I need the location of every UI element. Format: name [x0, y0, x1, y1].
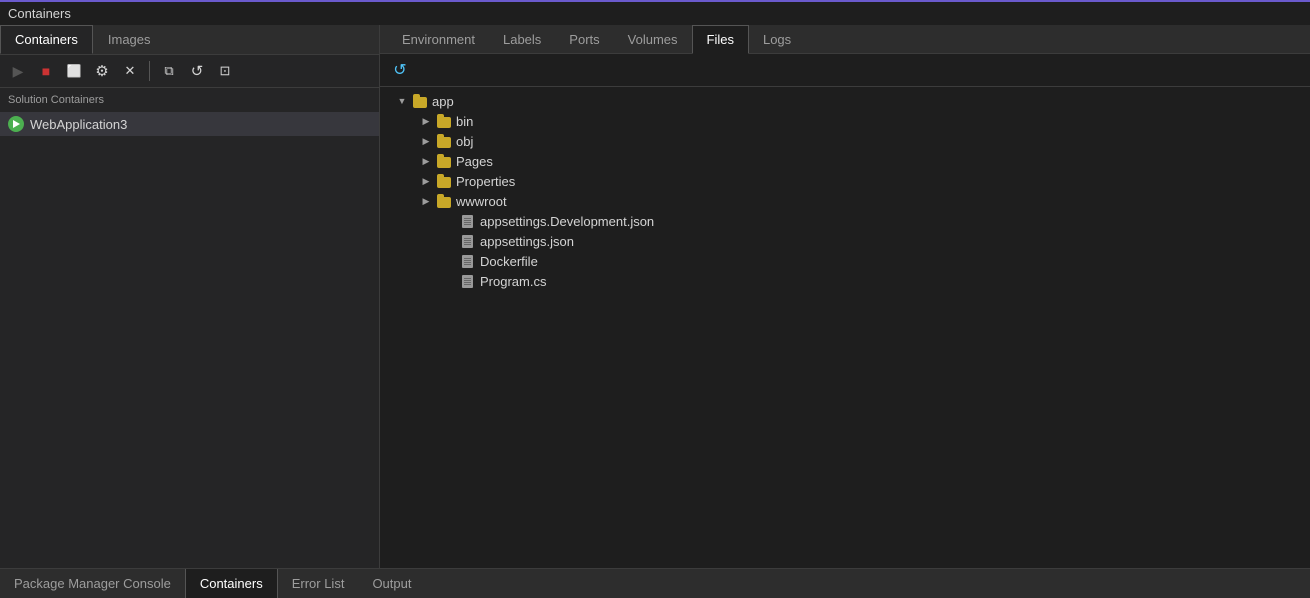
tree-label-appsettings-dev: appsettings.Development.json — [480, 214, 654, 229]
tree-item-app[interactable]: app — [380, 91, 1310, 111]
running-icon — [8, 116, 24, 132]
tree-label-app: app — [432, 94, 454, 109]
tree-label-pages: Pages — [456, 154, 493, 169]
delete-button[interactable]: ✕ — [118, 59, 142, 83]
tree-label-wwwroot: wwwroot — [456, 194, 507, 209]
right-panel: Environment Labels Ports Volumes Files L… — [380, 25, 1310, 568]
chevron-properties — [420, 175, 432, 187]
refresh-button[interactable]: ↺ — [388, 58, 412, 82]
tree-item-bin[interactable]: bin — [380, 111, 1310, 131]
container-item-webapplication3[interactable]: WebApplication3 — [0, 112, 379, 136]
toolbar-separator-1 — [149, 61, 150, 81]
chevron-bin — [420, 115, 432, 127]
left-panel: Containers Images ▶ ■ ⬜ ⚙ ✕ ⧉ ↺ ⊡ Soluti… — [0, 25, 380, 568]
right-toolbar: ↺ — [380, 54, 1310, 87]
file-icon-appsettings-dev — [460, 213, 476, 229]
restart-button[interactable]: ↺ — [185, 59, 209, 83]
tree-item-wwwroot[interactable]: wwwroot — [380, 191, 1310, 211]
left-toolbar: ▶ ■ ⬜ ⚙ ✕ ⧉ ↺ ⊡ — [0, 55, 379, 88]
tab-logs[interactable]: Logs — [749, 26, 805, 53]
bottom-tab-containers[interactable]: Containers — [185, 569, 278, 598]
folder-icon-app — [412, 93, 428, 109]
tree-label-program: Program.cs — [480, 274, 546, 289]
settings-button[interactable]: ⚙ — [90, 59, 114, 83]
tab-containers[interactable]: Containers — [0, 25, 93, 54]
file-icon-program — [460, 273, 476, 289]
tree-item-appsettings[interactable]: appsettings.json — [380, 231, 1310, 251]
folder-icon-obj — [436, 133, 452, 149]
tab-labels[interactable]: Labels — [489, 26, 555, 53]
bottom-tab-output[interactable]: Output — [358, 569, 425, 598]
tree-item-properties[interactable]: Properties — [380, 171, 1310, 191]
section-label: Solution Containers — [0, 88, 379, 112]
attach-button[interactable]: ⊡ — [213, 59, 237, 83]
bottom-tab-bar: Package Manager Console Containers Error… — [0, 568, 1310, 598]
tab-images[interactable]: Images — [93, 25, 166, 54]
tree-label-dockerfile: Dockerfile — [480, 254, 538, 269]
container-name: WebApplication3 — [30, 117, 127, 132]
tree-label-appsettings: appsettings.json — [480, 234, 574, 249]
right-tab-bar: Environment Labels Ports Volumes Files L… — [380, 25, 1310, 54]
tree-label-bin: bin — [456, 114, 473, 129]
tree-item-appsettings-dev[interactable]: appsettings.Development.json — [380, 211, 1310, 231]
tab-files[interactable]: Files — [692, 25, 749, 54]
chevron-wwwroot — [420, 195, 432, 207]
bottom-tab-package-manager[interactable]: Package Manager Console — [0, 569, 185, 598]
main-area: Containers Images ▶ ■ ⬜ ⚙ ✕ ⧉ ↺ ⊡ Soluti… — [0, 25, 1310, 598]
folder-icon-pages — [436, 153, 452, 169]
file-icon-dockerfile — [460, 253, 476, 269]
chevron-app — [396, 95, 408, 107]
tab-volumes[interactable]: Volumes — [614, 26, 692, 53]
chevron-pages — [420, 155, 432, 167]
tree-item-pages[interactable]: Pages — [380, 151, 1310, 171]
bottom-tab-error-list[interactable]: Error List — [278, 569, 359, 598]
tab-environment[interactable]: Environment — [388, 26, 489, 53]
folder-icon-wwwroot — [436, 193, 452, 209]
tree-item-dockerfile[interactable]: Dockerfile — [380, 251, 1310, 271]
file-icon-appsettings — [460, 233, 476, 249]
file-tree: app bin obj Pages — [380, 87, 1310, 568]
left-tab-bar: Containers Images — [0, 25, 379, 55]
top-section: Containers Images ▶ ■ ⬜ ⚙ ✕ ⧉ ↺ ⊡ Soluti… — [0, 25, 1310, 568]
tree-item-program[interactable]: Program.cs — [380, 271, 1310, 291]
browser-button[interactable]: ⬜ — [62, 59, 86, 83]
folder-icon-bin — [436, 113, 452, 129]
start-button[interactable]: ▶ — [6, 59, 30, 83]
chevron-obj — [420, 135, 432, 147]
title-bar: Containers — [0, 0, 1310, 25]
title-label: Containers — [8, 6, 71, 21]
tab-ports[interactable]: Ports — [555, 26, 613, 53]
tree-label-obj: obj — [456, 134, 473, 149]
tree-item-obj[interactable]: obj — [380, 131, 1310, 151]
copy-button[interactable]: ⧉ — [157, 59, 181, 83]
stop-button[interactable]: ■ — [34, 59, 58, 83]
tree-label-properties: Properties — [456, 174, 515, 189]
folder-icon-properties — [436, 173, 452, 189]
